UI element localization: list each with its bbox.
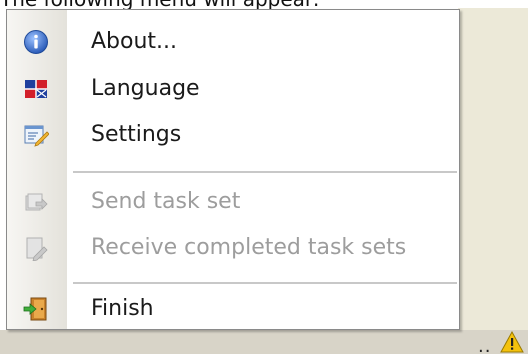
menu-item-receive-task-sets-label: Receive completed task sets bbox=[91, 234, 407, 260]
menu-item-send-task-set-label: Send task set bbox=[91, 188, 241, 214]
menu-item-finish[interactable]: Finish bbox=[7, 286, 459, 329]
menu-item-send-task-set[interactable]: Send task set bbox=[7, 179, 459, 223]
background-window bbox=[458, 8, 528, 354]
taskbar bbox=[0, 330, 528, 354]
menu-item-about[interactable]: About... bbox=[7, 19, 459, 63]
menu-item-receive-task-sets[interactable]: Receive completed task sets bbox=[7, 225, 459, 269]
exit-door-icon bbox=[23, 296, 49, 322]
settings-icon bbox=[23, 122, 50, 148]
menu-item-finish-label: Finish bbox=[91, 295, 154, 321]
menu-item-settings[interactable]: Settings bbox=[7, 112, 459, 156]
menu-item-about-label: About... bbox=[91, 28, 178, 54]
menu-item-language-label: Language bbox=[91, 75, 200, 101]
language-flag-icon bbox=[23, 76, 49, 102]
menu-item-settings-label: Settings bbox=[91, 121, 182, 147]
menu-separator bbox=[73, 171, 457, 173]
menu-separator bbox=[73, 282, 457, 284]
receive-task-sets-icon bbox=[23, 235, 49, 262]
warning-icon[interactable] bbox=[500, 330, 524, 357]
info-icon bbox=[23, 29, 49, 55]
send-task-set-icon bbox=[23, 189, 49, 215]
menu-item-language[interactable]: Language bbox=[7, 66, 459, 110]
context-menu: About... Language Settings Send task set… bbox=[6, 9, 460, 330]
